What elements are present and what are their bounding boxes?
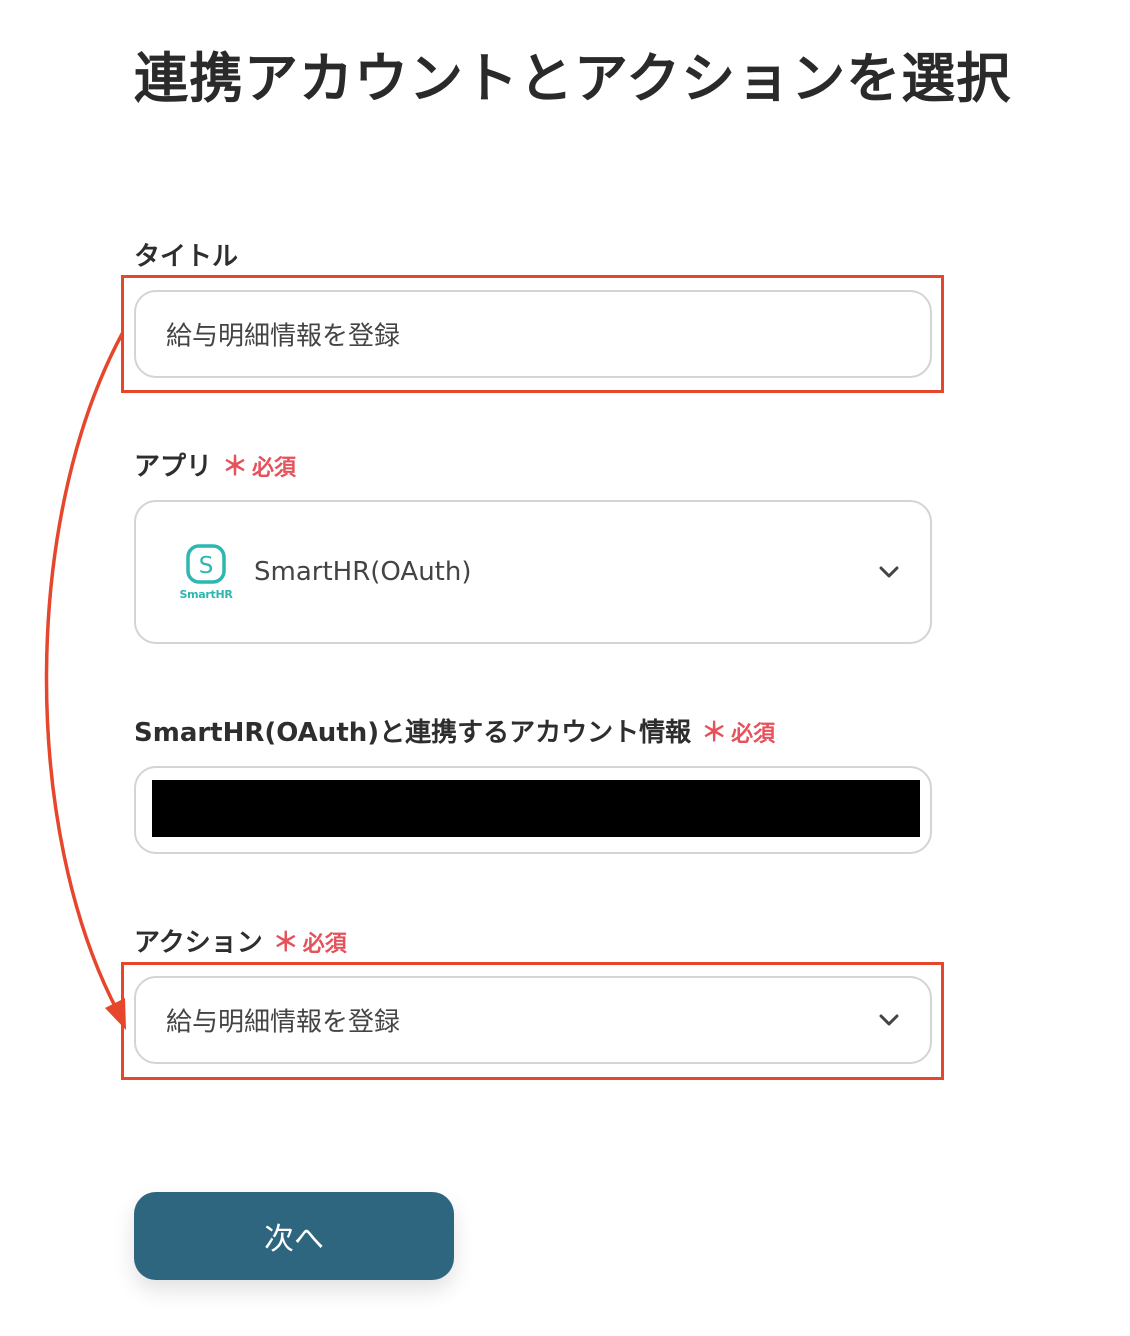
required-text: 必須 bbox=[731, 722, 776, 747]
required-badge: ＊必須 bbox=[222, 452, 297, 482]
action-field-label-text: アクション bbox=[134, 928, 263, 958]
smarthr-logo-mark: S bbox=[186, 544, 226, 584]
title-input-value[interactable]: 給与明細情報を登録 bbox=[166, 316, 400, 353]
annotation-arrow-line bbox=[44, 332, 124, 1014]
required-badge: ＊必須 bbox=[701, 718, 776, 748]
required-badge: ＊必須 bbox=[273, 928, 347, 958]
account-select[interactable] bbox=[134, 766, 932, 854]
required-text: 必須 bbox=[302, 932, 347, 957]
title-field-label: タイトル bbox=[134, 236, 238, 273]
required-text: 必須 bbox=[252, 456, 297, 481]
title-field-label-text: タイトル bbox=[134, 242, 239, 272]
smarthr-logo-icon: S SmartHR bbox=[176, 544, 236, 604]
redacted-account-value bbox=[152, 780, 920, 837]
chevron-down-icon[interactable] bbox=[878, 561, 900, 583]
required-star: ＊ bbox=[222, 452, 249, 482]
title-input[interactable]: 給与明細情報を登録 bbox=[134, 290, 932, 378]
page-title: 連携アカウントとアクションを選択 bbox=[134, 47, 1012, 110]
action-select-value[interactable]: 給与明細情報を登録 bbox=[166, 1002, 400, 1039]
chevron-down-icon[interactable] bbox=[878, 1009, 900, 1031]
app-select[interactable]: S SmartHR SmartHR(OAuth) bbox=[134, 500, 932, 644]
account-field-label-text: SmartHR(OAuth)と連携するアカウント情報 bbox=[134, 718, 692, 748]
app-field-label: アプリ ＊必須 bbox=[134, 446, 296, 483]
required-star: ＊ bbox=[272, 928, 299, 958]
action-field-label: アクション ＊必須 bbox=[134, 922, 347, 959]
required-star: ＊ bbox=[701, 718, 728, 748]
smarthr-logo-glyph: S bbox=[199, 553, 214, 579]
annotation-arrow-head bbox=[105, 998, 126, 1030]
next-button[interactable]: 次へ bbox=[134, 1192, 454, 1280]
app-select-value[interactable]: SmartHR(OAuth) bbox=[254, 557, 472, 587]
app-field-label-text: アプリ bbox=[134, 452, 213, 482]
action-select[interactable]: 給与明細情報を登録 bbox=[134, 976, 932, 1064]
annotation-arrow bbox=[44, 332, 126, 1030]
smarthr-logo-text: SmartHR bbox=[179, 588, 233, 601]
account-field-label: SmartHR(OAuth)と連携するアカウント情報 ＊必須 bbox=[134, 712, 775, 749]
